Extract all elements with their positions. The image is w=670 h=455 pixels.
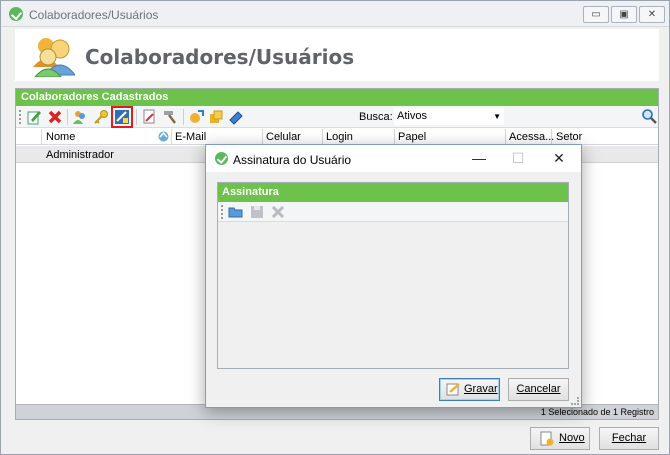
- title-bar[interactable]: Colaboradores/Usuários ▭ ▣ ✕: [1, 1, 669, 27]
- record-count: 1 Selecionado de 1 Registro: [540, 407, 654, 417]
- delete-icon: [271, 205, 285, 219]
- signature-panel: Assinatura: [217, 182, 569, 369]
- column-separator: [262, 129, 263, 145]
- minimize-button[interactable]: ▭: [583, 6, 609, 23]
- column-separator: [394, 129, 395, 145]
- column-header-celular[interactable]: Celular: [266, 131, 301, 143]
- save-icon: [446, 383, 460, 396]
- export-icon[interactable]: [188, 109, 204, 125]
- column-separator: [41, 129, 42, 145]
- key-icon[interactable]: [93, 109, 109, 125]
- maximize-button[interactable]: ▣: [611, 6, 637, 23]
- novo-button[interactable]: Novo: [530, 427, 590, 450]
- dialog-title-bar[interactable]: Assinatura do Usuário — ☐ ✕: [206, 145, 581, 172]
- chevron-down-icon: ▼: [493, 112, 501, 121]
- save-icon: [251, 206, 263, 218]
- dialog-maximize-icon: ☐: [511, 150, 525, 166]
- new-document-icon: [540, 431, 554, 446]
- toolbar-separator: [183, 109, 184, 125]
- delete-icon[interactable]: [47, 109, 63, 125]
- dialog-minimize-icon[interactable]: —: [469, 150, 489, 166]
- table-header: Nome E-Mail Celular Login Papel Acessa..…: [16, 129, 658, 145]
- gravar-label: Gravar: [464, 383, 498, 395]
- status-filter-value: Ativos: [397, 110, 427, 122]
- column-header-setor[interactable]: Setor: [556, 131, 582, 143]
- toolbar-grip: [221, 205, 223, 219]
- dialog-close-icon[interactable]: ✕: [549, 150, 569, 167]
- status-filter-select[interactable]: Ativos ▼: [394, 108, 504, 125]
- search-filter-label: Busca:: [359, 111, 393, 123]
- close-icon: ✕: [647, 9, 657, 20]
- search-icon[interactable]: [641, 108, 657, 124]
- cell-nome: Administrador: [46, 149, 114, 161]
- eraser-icon[interactable]: [228, 109, 244, 125]
- app-logo-icon: [215, 152, 228, 165]
- signature-section-title: Assinatura: [218, 183, 568, 202]
- resize-grip[interactable]: [571, 397, 579, 405]
- column-header-nome[interactable]: Nome: [46, 131, 75, 143]
- maximize-icon: ▣: [619, 9, 629, 20]
- toolbar-grip: [19, 110, 21, 124]
- column-separator: [171, 129, 172, 145]
- signature-image-area[interactable]: [218, 223, 568, 368]
- close-button[interactable]: ✕: [639, 6, 665, 23]
- users-icon[interactable]: [72, 109, 88, 125]
- column-header-papel[interactable]: Papel: [398, 131, 426, 143]
- minimize-icon: ▭: [591, 9, 601, 20]
- panel-header: Colaboradores Cadastrados: [16, 89, 658, 106]
- fechar-label: Fechar: [611, 432, 647, 444]
- cancelar-label: Cancelar: [516, 383, 561, 395]
- package-icon[interactable]: [208, 109, 224, 125]
- open-folder-icon[interactable]: [228, 204, 244, 220]
- dialog-title: Assinatura do Usuário: [233, 153, 352, 167]
- sort-icon[interactable]: [158, 131, 169, 142]
- signature-dialog: Assinatura do Usuário — ☐ ✕ Assinatura G…: [205, 144, 582, 408]
- main-toolbar: Busca: Ativos ▼: [16, 106, 658, 128]
- column-separator: [322, 129, 323, 145]
- column-separator: [505, 129, 506, 145]
- column-separator: [551, 129, 552, 145]
- column-header-acessa[interactable]: Acessa...: [509, 131, 554, 143]
- toolbar-separator: [136, 109, 137, 125]
- window-title: Colaboradores/Usuários: [29, 8, 159, 22]
- hammer-icon[interactable]: [162, 109, 178, 125]
- toolbar-separator: [67, 109, 68, 125]
- cancelar-button[interactable]: Cancelar: [508, 378, 569, 401]
- page-header: Colaboradores/Usuários: [15, 29, 659, 81]
- signature-toolbar: [218, 202, 568, 222]
- signature-icon[interactable]: [114, 109, 130, 125]
- column-header-login[interactable]: Login: [326, 131, 353, 143]
- fechar-button[interactable]: Fechar: [599, 427, 659, 450]
- novo-label: Novo: [559, 432, 585, 444]
- edit-icon[interactable]: [26, 109, 42, 125]
- page-title: Colaboradores/Usuários: [85, 45, 355, 69]
- users-group-icon: [33, 38, 75, 77]
- app-logo-icon: [9, 7, 23, 21]
- gravar-button[interactable]: Gravar: [439, 378, 500, 401]
- column-header-email[interactable]: E-Mail: [175, 131, 206, 143]
- document-icon[interactable]: [141, 109, 157, 125]
